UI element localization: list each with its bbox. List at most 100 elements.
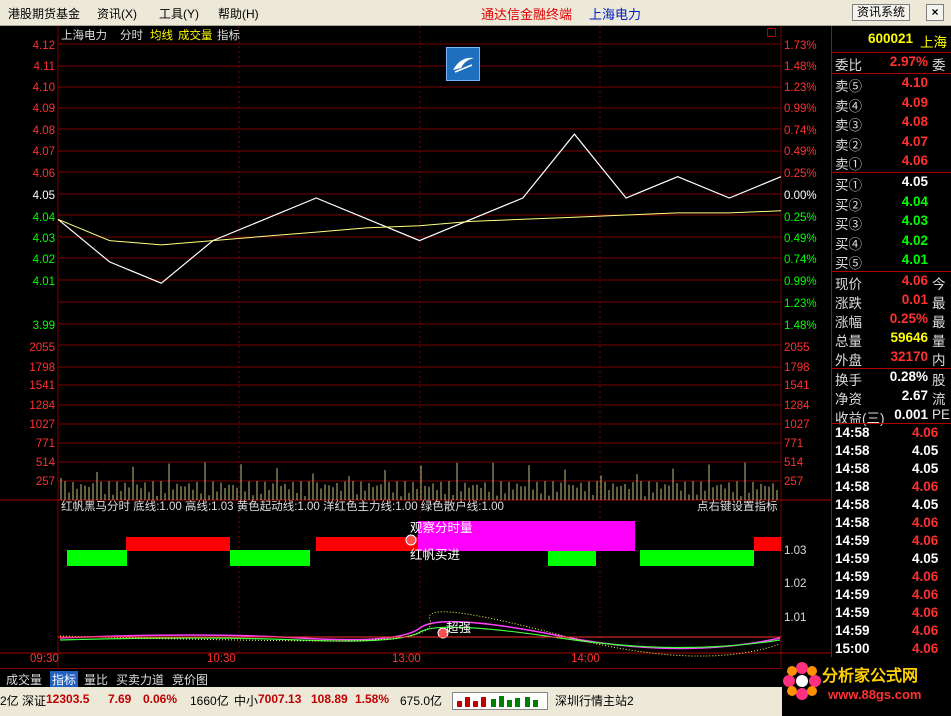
price-axis-tick: 4.07 [32,146,55,158]
tick-time: 14:59 [835,623,870,638]
quote-panel: 600021 上海 委比 2.97% 委 卖⑤ 4.10 卖④ 4.09 卖③ 4.08 卖… [832,26,951,668]
ask-row-4-value: 4.09 [901,94,928,110]
strong-signal-label: 超强 [446,621,472,635]
close-button[interactable]: × [926,4,944,21]
price-axis-tick: 4.04 [32,212,55,224]
pct-axis-tick: 0.74% [784,125,817,137]
green-band [67,550,127,566]
chart-avg-label[interactable]: 均线 [150,30,173,43]
tab-auction[interactable]: 竞价图 [172,671,208,688]
stock-code: 600021 [868,31,914,46]
chart-stock-name: 上海电力 [61,30,107,42]
server-station[interactable]: 深圳行情主站2 [555,692,634,709]
stat-row-1: 涨跌 0.01 最 [832,291,951,311]
pct-axis-tick: 0.25% [784,212,817,224]
volume-axis-tick-left: 514 [35,457,55,469]
tab-indicator[interactable]: 指标 [50,671,79,688]
chart-vol-label[interactable]: 成交量 [178,30,213,43]
ask-row-2-value: 4.07 [901,133,928,149]
stat2-row-1: 净资 2.67 流 [832,387,951,407]
ask-row-5-label: 卖⑤ [835,79,862,94]
signal-bars-icon [452,692,548,710]
tick-price: 4.05 [912,461,939,476]
price-axis-tick: 4.10 [32,82,55,94]
ask-row-5-value: 4.10 [901,75,928,90]
tick-price: 4.06 [912,515,939,530]
intraday-chart[interactable]: 4.12 4.11 4.10 4.09 4.08 4.07 4.06 4.05 4.04 4.03… [0,26,832,668]
bid-row-4: 买④ 4.02 [832,232,951,252]
ask-row-2-label: 卖② [835,137,862,153]
stat-row-0-value: 4.06 [901,273,928,288]
menu-news[interactable]: 资讯(X) [97,5,137,22]
ask-row-4: 卖④ 4.09 [832,94,951,114]
stat-row-2-extra: 最 [932,315,946,330]
tick-row: 14:59 4.06 [832,532,951,551]
stat-row-1-value: 0.01 [901,292,928,307]
stat-row-2-label: 涨幅 [835,315,862,330]
tick-price: 4.06 [912,605,939,620]
tick-row: 14:58 4.05 [832,496,951,515]
chart-mini-icon[interactable] [767,28,776,37]
stat2-row-0-value: 0.28% [889,369,928,384]
tick-price: 4.06 [912,425,939,440]
zx-pct: 1.58% [355,692,390,706]
indicator-formula-line: 红帆黑马分时 底线:1.00 高线:1.03 黄色起动线:1.00 洋红色主力线… [61,501,504,513]
bid-row-2-label: 买② [835,197,862,213]
signal-dot-icon [405,534,417,546]
ask-row-1: 卖① 4.06 [832,152,951,172]
menu-tools[interactable]: 工具(Y) [159,5,199,22]
main-force-line [59,620,781,650]
time-axis-tick: 10:30 [207,653,236,665]
tick-time: 15:00 [835,641,870,656]
volume-axis-tick-left: 1027 [29,419,55,431]
tick-price: 4.05 [912,497,939,512]
pct-axis-tick: 1.48% [784,61,817,73]
stat-row-1-label: 涨跌 [835,296,862,311]
brand-name: 分析家公式网 [822,668,919,685]
tick-time: 14:58 [835,461,870,476]
stat2-row-0: 换手 0.28% 股 [832,368,951,388]
tick-row: 14:59 4.06 [832,604,951,623]
price-axis-tick: 4.06 [32,168,55,180]
volume-axis-tick-left: 2055 [29,342,55,354]
brand-url: www.88gs.com [828,687,922,702]
volume-axis-tick-left: 257 [35,476,55,488]
menu-hk-futures[interactable]: 港股期货基金 [8,5,80,22]
bid-row-5-label: 买⑤ [835,256,862,271]
chart-indicator-label[interactable]: 指标 [217,30,240,43]
tab-buy-sell-force[interactable]: 买卖力道 [116,671,164,688]
ask-row-5: 卖⑤ 4.10 [832,74,951,94]
bid-row-4-value: 4.02 [901,232,928,248]
tick-row: 14:58 4.06 [832,424,951,443]
stat-row-2-value: 0.25% [889,311,928,326]
volume-axis-tick-right: 771 [784,438,804,450]
tick-row: 14:58 4.05 [832,442,951,461]
tab-volume-ratio[interactable]: 量比 [84,671,108,688]
red-band [754,537,781,551]
volume-axis-tick-left: 1284 [29,400,55,412]
news-system-button[interactable]: 资讯系统 [852,4,910,21]
stat2-row-1-value: 2.67 [901,388,928,403]
chart-mode-label[interactable]: 分时 [120,30,143,43]
tick-time: 14:59 [835,569,870,584]
volume-axis-tick-right: 257 [784,476,804,488]
tick-time: 14:58 [835,425,870,440]
time-axis-tick: 14:00 [571,653,600,665]
stat2-row-0-extra: 股 [932,373,946,388]
time-axis-tick: 09:30 [30,653,59,665]
stat-row-4-extra: 内 [932,353,946,368]
status-bar: 2亿 深证 12303.5 7.69 0.06% 1660亿 中小 7007.1… [0,657,951,716]
sz-label: 深证 [22,694,47,708]
pct-axis-tick: 0.74% [784,254,817,266]
tab-volume[interactable]: 成交量 [6,671,42,688]
volume-axis-tick-right: 1541 [784,380,810,392]
indicator-settings-hint[interactable]: 点右键设置指标 [697,501,778,514]
price-axis-tick: 4.01 [32,276,55,288]
pct-axis-tick: 1.73% [784,40,817,52]
stat2-row-1-label: 净资 [835,392,862,407]
price-axis-tick: 4.02 [32,254,55,266]
menu-help[interactable]: 帮助(H) [218,5,259,22]
price-axis-tick: 3.99 [32,320,55,332]
bid-row-5: 买⑤ 4.01 [832,251,951,271]
pct-axis-tick: 0.49% [784,146,817,158]
